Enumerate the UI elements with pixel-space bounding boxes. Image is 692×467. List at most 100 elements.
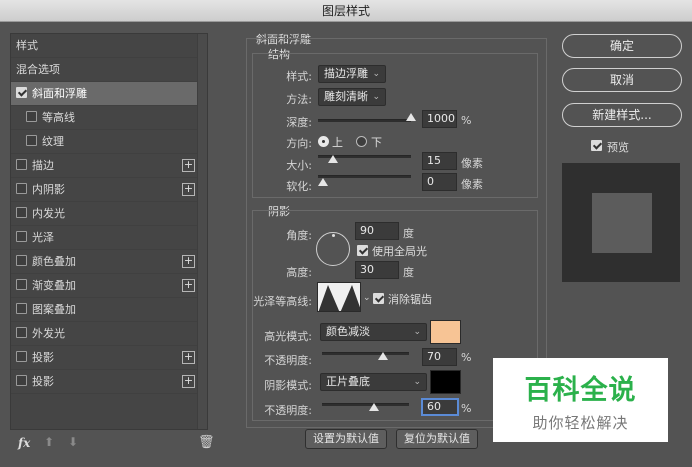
add-effect-icon[interactable]: + (182, 375, 195, 388)
style-select-value: 描边浮雕 (324, 67, 368, 80)
new-style-button[interactable]: 新建样式... (562, 103, 682, 127)
style-list-item[interactable]: 描边 + (11, 154, 198, 178)
style-item-checkbox[interactable] (16, 159, 27, 170)
watermark-title: 百科全说 (524, 375, 637, 406)
style-item-checkbox[interactable] (16, 183, 27, 194)
method-label: 方法: (286, 93, 312, 106)
move-up-icon[interactable]: ⬆ (44, 435, 54, 449)
add-effect-icon[interactable]: + (182, 183, 195, 196)
shadow-opacity-thumb[interactable] (369, 403, 380, 411)
angle-dial[interactable] (316, 232, 350, 266)
highlight-mode-select[interactable]: 颜色减淡 ⌄ (320, 323, 427, 341)
contour-dropdown-icon[interactable]: ⌄ (363, 293, 371, 303)
depth-unit: % (461, 114, 472, 127)
shadow-mode-select[interactable]: 正片叠底 ⌄ (320, 373, 427, 391)
anti-alias-checkbox[interactable] (373, 293, 384, 304)
trash-icon[interactable]: 🗑 (198, 435, 215, 450)
style-label: 样式: (286, 70, 312, 83)
altitude-unit: 度 (403, 266, 414, 279)
add-effect-icon[interactable]: + (182, 351, 195, 364)
style-list-item[interactable]: 外发光 (11, 322, 198, 346)
highlight-mode-label: 高光模式: (264, 330, 312, 343)
style-item-checkbox[interactable] (16, 87, 27, 98)
style-item-label: 斜面和浮雕 (32, 87, 87, 100)
style-item-checkbox[interactable] (16, 279, 27, 290)
altitude-input[interactable]: 30 (355, 261, 399, 279)
highlight-opacity-unit: % (461, 351, 472, 364)
make-default-button[interactable]: 设置为默认值 (305, 429, 387, 449)
depth-slider[interactable] (318, 119, 411, 122)
style-select[interactable]: 描边浮雕 ⌄ (318, 65, 386, 83)
size-slider-thumb[interactable] (327, 155, 338, 163)
style-list-item[interactable]: 投影 + (11, 370, 198, 394)
style-item-label: 图案叠加 (32, 303, 76, 316)
highlight-opacity-slider[interactable] (322, 352, 409, 355)
size-label: 大小: (286, 159, 312, 172)
style-list-item[interactable]: 图案叠加 (11, 298, 198, 322)
style-item-checkbox[interactable] (16, 375, 27, 386)
style-list-item[interactable]: 颜色叠加 + (11, 250, 198, 274)
chevron-down-icon: ⌄ (413, 327, 421, 337)
global-light-checkbox[interactable] (357, 245, 368, 256)
reset-default-button[interactable]: 复位为默认值 (396, 429, 478, 449)
soften-slider[interactable] (318, 175, 411, 178)
depth-input[interactable]: 1000 (422, 110, 457, 128)
add-effect-icon[interactable]: + (182, 279, 195, 292)
style-list-scrollbar[interactable] (197, 34, 207, 429)
add-effect-icon[interactable]: + (182, 159, 195, 172)
style-list-item[interactable]: 渐变叠加 + (11, 274, 198, 298)
chevron-down-icon: ⌄ (372, 69, 380, 79)
style-item-label: 等高线 (42, 111, 75, 124)
shadow-opacity-input[interactable]: 60 (421, 398, 459, 416)
style-item-checkbox[interactable] (16, 207, 27, 218)
style-item-checkbox[interactable] (16, 231, 27, 242)
altitude-label: 高度: (286, 266, 312, 279)
contour-curve-icon (318, 285, 360, 311)
size-input[interactable]: 15 (422, 152, 457, 170)
style-list-item[interactable]: 斜面和浮雕 (11, 82, 198, 106)
soften-slider-thumb[interactable] (317, 178, 328, 186)
ok-button[interactable]: 确定 (562, 34, 682, 58)
gloss-contour-preview[interactable] (317, 282, 361, 312)
depth-slider-thumb[interactable] (406, 113, 416, 121)
fx-icon[interactable]: fx (18, 436, 30, 450)
shadow-color-swatch[interactable] (430, 370, 461, 394)
style-item-checkbox[interactable] (16, 351, 27, 362)
shadow-opacity-slider[interactable] (322, 403, 409, 406)
move-down-icon[interactable]: ⬇ (68, 435, 78, 449)
window-title: 图层样式 (0, 0, 692, 22)
style-list-item[interactable]: 纹理 (11, 130, 198, 154)
style-list-item[interactable]: 等高线 (11, 106, 198, 130)
highlight-opacity-input[interactable]: 70 (422, 348, 457, 366)
shadow-mode-value: 正片叠底 (326, 375, 370, 388)
style-list-item[interactable]: 混合选项 (11, 58, 198, 82)
preview-checkbox[interactable] (591, 140, 602, 151)
style-item-checkbox[interactable] (26, 111, 37, 122)
add-effect-icon[interactable]: + (182, 255, 195, 268)
style-item-label: 混合选项 (16, 63, 60, 76)
shadow-opacity-unit: % (461, 402, 472, 415)
chevron-down-icon: ⌄ (372, 92, 380, 102)
direction-up-radio[interactable] (318, 136, 329, 147)
style-item-checkbox[interactable] (16, 327, 27, 338)
style-item-checkbox[interactable] (16, 303, 27, 314)
style-list-item[interactable]: 光泽 (11, 226, 198, 250)
style-list-item[interactable]: 投影 + (11, 346, 198, 370)
cancel-button[interactable]: 取消 (562, 68, 682, 92)
soften-input[interactable]: 0 (422, 173, 457, 191)
angle-label: 角度: (286, 229, 312, 242)
direction-up-label: 上 (332, 136, 343, 149)
style-item-label: 投影 (32, 375, 54, 388)
highlight-opacity-thumb[interactable] (377, 352, 388, 360)
style-list-item[interactable]: 内阴影 + (11, 178, 198, 202)
style-list-item[interactable]: 样式 (11, 34, 198, 58)
highlight-color-swatch[interactable] (430, 320, 461, 344)
style-item-checkbox[interactable] (26, 135, 37, 146)
style-list-item[interactable]: 内发光 (11, 202, 198, 226)
chevron-down-icon: ⌄ (413, 377, 421, 387)
angle-input[interactable]: 90 (355, 222, 399, 240)
direction-down-radio[interactable] (356, 136, 367, 147)
angle-unit: 度 (403, 227, 414, 240)
style-item-checkbox[interactable] (16, 255, 27, 266)
method-select[interactable]: 雕刻清晰 ⌄ (318, 88, 386, 106)
